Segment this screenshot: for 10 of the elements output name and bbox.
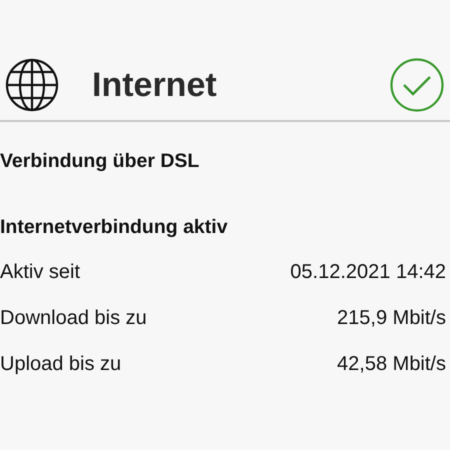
detail-label: Download bis zu [0, 306, 147, 329]
detail-value: 42,58 Mbit/s [337, 352, 447, 375]
detail-label: Upload bis zu [0, 352, 122, 375]
status-heading: Internetverbindung aktiv [0, 217, 229, 239]
connection-type: Verbindung über DSL [0, 151, 200, 172]
detail-value: 05.12.2021 14:42 [290, 260, 447, 283]
page-title: Internet [92, 68, 217, 102]
globe-icon [5, 58, 59, 112]
detail-value: 215,9 Mbit/s [337, 306, 447, 329]
detail-label: Aktiv seit [0, 260, 80, 283]
